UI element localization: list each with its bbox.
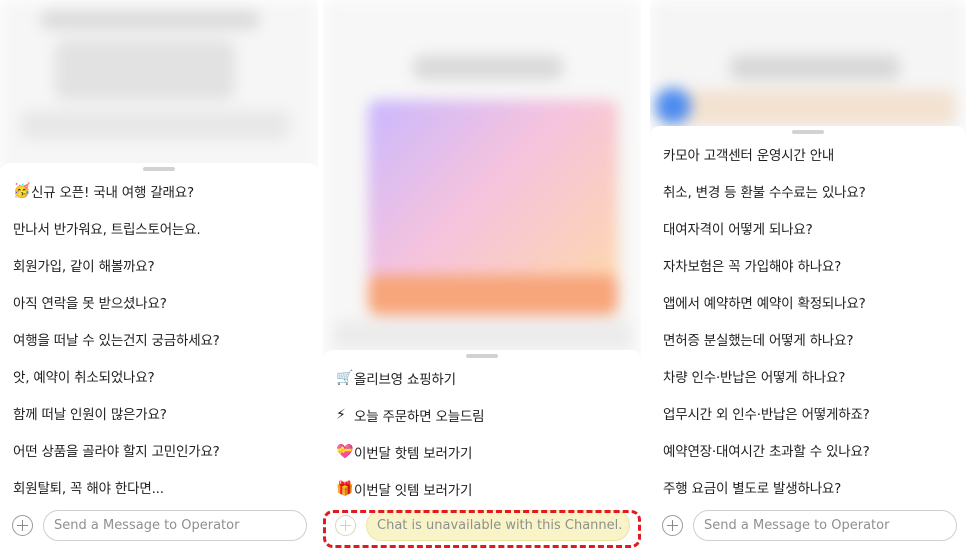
quick-reply-label: 회원가입, 같이 해볼까요? bbox=[13, 258, 155, 275]
sheet-drag-handle[interactable] bbox=[792, 130, 824, 134]
plus-icon[interactable] bbox=[662, 515, 683, 536]
quick-reply-label: 면허증 분실했는데 어떻게 하나요? bbox=[663, 332, 854, 349]
message-input-bar bbox=[323, 506, 641, 550]
quick-reply-label: 취소, 변경 등 환불 수수료는 있나요? bbox=[663, 184, 866, 201]
chat-panel-olive-young: 🛒 올리브영 쇼핑하기 ⚡ 오늘 주문하면 오늘드림 💝 이번달 핫템 보러가기 🎁 이… bbox=[323, 0, 641, 550]
quick-reply-item[interactable]: 대여자격이 어떻게 되나요? bbox=[650, 209, 966, 246]
quick-reply-item[interactable]: 아직 연락을 못 받으셨나요? bbox=[0, 283, 318, 320]
plus-icon bbox=[335, 515, 356, 536]
sheet-drag-handle[interactable] bbox=[143, 167, 175, 171]
quick-reply-label: 앱에서 예약하면 예약이 확정되나요? bbox=[663, 295, 866, 312]
quick-reply-item[interactable]: 함께 떠날 인원이 많은가요? bbox=[0, 394, 318, 431]
quick-reply-item[interactable]: 카모아 고객센터 운영시간 안내 bbox=[650, 135, 966, 172]
message-input[interactable] bbox=[43, 510, 307, 541]
quick-reply-item[interactable]: 🥳 신규 오픈! 국내 여행 갈래요? bbox=[0, 172, 318, 209]
gift-emoji-icon: 🎁 bbox=[336, 480, 354, 497]
quick-reply-item[interactable]: 주행 요금이 별도로 발생하나요? bbox=[650, 468, 966, 505]
quick-reply-item[interactable]: 예약연장·대여시간 초과할 수 있나요? bbox=[650, 431, 966, 468]
quick-reply-label: 차량 인수·반납은 어떻게 하나요? bbox=[663, 369, 846, 386]
quick-reply-label: 올리브영 쇼핑하기 bbox=[354, 371, 456, 388]
quick-reply-list: 🥳 신규 오픈! 국내 여행 갈래요? 만나서 반가워요, 트립스토어는요. 회원… bbox=[0, 172, 318, 505]
quick-reply-label: 여행을 떠날 수 있는건지 궁금하세요? bbox=[13, 332, 220, 349]
quick-reply-item[interactable]: 만나서 반가워요, 트립스토어는요. bbox=[0, 209, 318, 246]
quick-reply-sheet: 🛒 올리브영 쇼핑하기 ⚡ 오늘 주문하면 오늘드림 💝 이번달 핫템 보러가기 🎁 이… bbox=[323, 350, 641, 550]
quick-reply-label: 만나서 반가워요, 트립스토어는요. bbox=[13, 221, 201, 238]
quick-reply-label: 대여자격이 어떻게 되나요? bbox=[663, 221, 813, 238]
quick-reply-item[interactable]: 어떤 상품을 골라야 할지 고민인가요? bbox=[0, 431, 318, 468]
quick-reply-item[interactable]: ⚡ 오늘 주문하면 오늘드림 bbox=[323, 396, 641, 433]
quick-reply-item[interactable]: 회원가입, 같이 해볼까요? bbox=[0, 246, 318, 283]
quick-reply-item[interactable]: 🛒 올리브영 쇼핑하기 bbox=[323, 359, 641, 396]
quick-reply-item[interactable]: 업무시간 외 인수·반납은 어떻게하죠? bbox=[650, 394, 966, 431]
message-input-bar bbox=[650, 506, 966, 550]
quick-reply-list: 카모아 고객센터 운영시간 안내 취소, 변경 등 환불 수수료는 있나요? 대… bbox=[650, 135, 966, 505]
quick-reply-item[interactable]: 💝 이번달 핫템 보러가기 bbox=[323, 433, 641, 470]
quick-reply-label: 앗, 예약이 취소되었나요? bbox=[13, 369, 155, 386]
quick-reply-label: 주행 요금이 별도로 발생하나요? bbox=[663, 480, 842, 497]
message-input[interactable] bbox=[693, 510, 957, 541]
quick-reply-item[interactable]: 회원탈퇴, 꼭 해야 한다면... bbox=[0, 468, 318, 505]
quick-reply-label: 카모아 고객센터 운영시간 안내 bbox=[663, 147, 835, 164]
message-input-bar bbox=[0, 506, 318, 550]
quick-reply-item[interactable]: 🎁 이번달 잇템 보러가기 bbox=[323, 470, 641, 507]
quick-reply-item[interactable]: 면허증 분실했는데 어떻게 하나요? bbox=[650, 320, 966, 357]
quick-reply-label: 아직 연락을 못 받으셨나요? bbox=[13, 295, 167, 312]
quick-reply-item[interactable]: 취소, 변경 등 환불 수수료는 있나요? bbox=[650, 172, 966, 209]
lightning-emoji-icon: ⚡ bbox=[336, 406, 346, 423]
quick-reply-label: 예약연장·대여시간 초과할 수 있나요? bbox=[663, 443, 870, 460]
quick-reply-label: 함께 떠날 인원이 많은가요? bbox=[13, 406, 167, 423]
quick-reply-label: 자차보험은 꼭 가입해야 하나요? bbox=[663, 258, 842, 275]
heart-ribbon-emoji-icon: 💝 bbox=[336, 443, 354, 460]
quick-reply-label: 어떤 상품을 골라야 할지 고민인가요? bbox=[13, 443, 220, 460]
plus-icon[interactable] bbox=[12, 515, 33, 536]
sheet-drag-handle[interactable] bbox=[466, 354, 498, 358]
quick-reply-label: 이번달 잇템 보러가기 bbox=[354, 482, 473, 499]
quick-reply-label: 회원탈퇴, 꼭 해야 한다면... bbox=[13, 480, 164, 497]
chat-panel-trip-store: 🥳 신규 오픈! 국내 여행 갈래요? 만나서 반가워요, 트립스토어는요. 회원… bbox=[0, 0, 318, 550]
quick-reply-item[interactable]: 차량 인수·반납은 어떻게 하나요? bbox=[650, 357, 966, 394]
quick-reply-item[interactable]: 자차보험은 꼭 가입해야 하나요? bbox=[650, 246, 966, 283]
message-input-disabled bbox=[366, 510, 630, 541]
quick-reply-label: 이번달 핫템 보러가기 bbox=[354, 445, 473, 462]
quick-reply-item[interactable]: 앗, 예약이 취소되었나요? bbox=[0, 357, 318, 394]
quick-reply-item[interactable]: 여행을 떠날 수 있는건지 궁금하세요? bbox=[0, 320, 318, 357]
quick-reply-label: 오늘 주문하면 오늘드림 bbox=[354, 408, 485, 425]
quick-reply-item[interactable]: 앱에서 예약하면 예약이 확정되나요? bbox=[650, 283, 966, 320]
shopping-cart-emoji-icon: 🛒 bbox=[336, 369, 354, 386]
quick-reply-label: 업무시간 외 인수·반납은 어떻게하죠? bbox=[663, 406, 870, 423]
chat-panel-carmore: 카모아 고객센터 운영시간 안내 취소, 변경 등 환불 수수료는 있나요? 대… bbox=[650, 0, 966, 550]
quick-reply-list: 🛒 올리브영 쇼핑하기 ⚡ 오늘 주문하면 오늘드림 💝 이번달 핫템 보러가기 🎁 이… bbox=[323, 359, 641, 507]
partying-face-emoji-icon: 🥳 bbox=[13, 182, 31, 199]
quick-reply-label: 신규 오픈! 국내 여행 갈래요? bbox=[31, 184, 194, 201]
quick-reply-sheet: 카모아 고객센터 운영시간 안내 취소, 변경 등 환불 수수료는 있나요? 대… bbox=[650, 126, 966, 550]
quick-reply-sheet: 🥳 신규 오픈! 국내 여행 갈래요? 만나서 반가워요, 트립스토어는요. 회원… bbox=[0, 163, 318, 550]
